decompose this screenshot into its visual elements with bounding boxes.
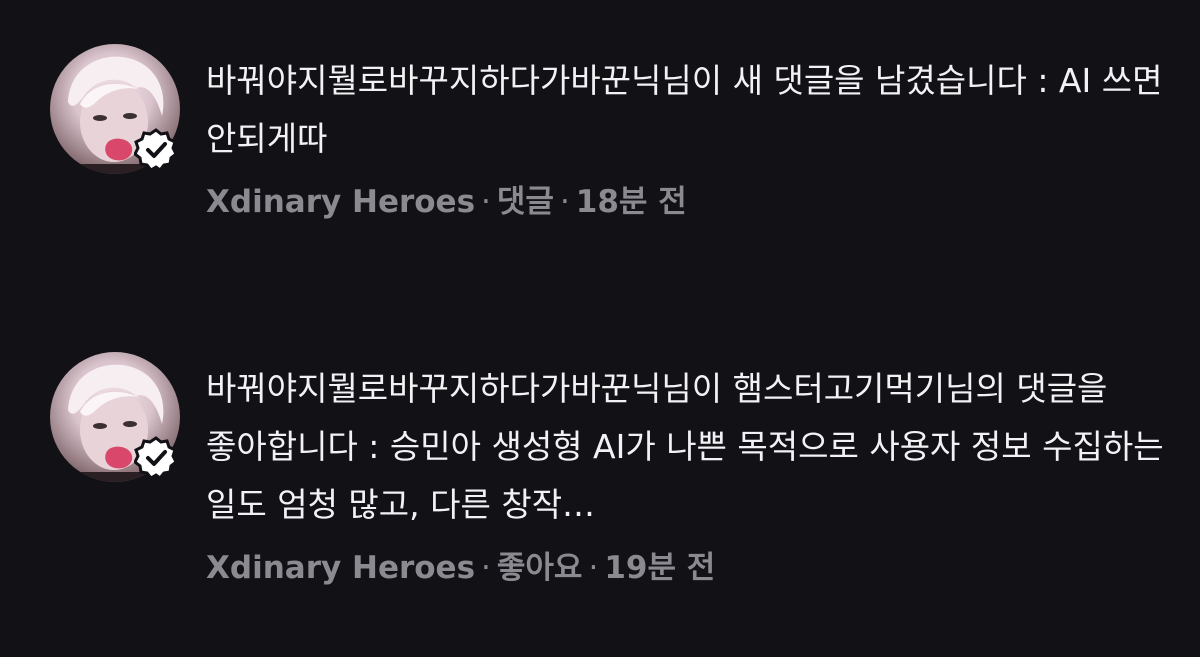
notification-feed: 바꿔야지뭘로바꾸지하다가바꾼닉님이 새 댓글을 남겼습니다 : AI 쓰면 안되… [0,0,1200,657]
notification-content[interactable]: 바꿔야지뭘로바꾸지하다가바꾼닉님이 새 댓글을 남겼습니다 : AI 쓰면 안되… [206,44,1176,224]
notification-time: 18분 전 [575,184,687,220]
meta-separator: · [588,550,599,586]
notification-content[interactable]: 바꿔야지뭘로바꾸지하다가바꾼닉님이 햄스터고기먹기님의 댓글을 좋아합니다 : … [206,352,1176,590]
verified-badge-icon [134,436,178,480]
notification-time: 19분 전 [604,550,716,586]
notification-meta: Xdinary Heroes · 좋아요 · 19분 전 [206,546,1176,590]
avatar-container[interactable] [50,44,180,174]
notification-source: Xdinary Heroes [206,184,476,220]
notification-message: 바꿔야지뭘로바꾸지하다가바꾼닉님이 햄스터고기먹기님의 댓글을 좋아합니다 : … [206,369,1164,524]
notification-item[interactable]: 바꿔야지뭘로바꾸지하다가바꾼닉님이 새 댓글을 남겼습니다 : AI 쓰면 안되… [0,44,1200,224]
meta-separator: · [481,184,491,220]
notification-item[interactable]: 바꿔야지뭘로바꾸지하다가바꾼닉님이 햄스터고기먹기님의 댓글을 좋아합니다 : … [0,352,1200,590]
notification-message: 바꿔야지뭘로바꾸지하다가바꾼닉님이 새 댓글을 남겼습니다 : AI 쓰면 안되… [206,61,1163,158]
notification-meta: Xdinary Heroes · 댓글 · 18분 전 [206,180,1176,224]
notification-action: 댓글 [496,184,554,220]
meta-separator: · [559,184,570,220]
verified-badge-icon [134,128,178,172]
notification-source: Xdinary Heroes [206,550,476,586]
avatar-container[interactable] [50,352,180,482]
meta-separator: · [481,550,491,586]
notification-action: 좋아요 [496,550,583,586]
